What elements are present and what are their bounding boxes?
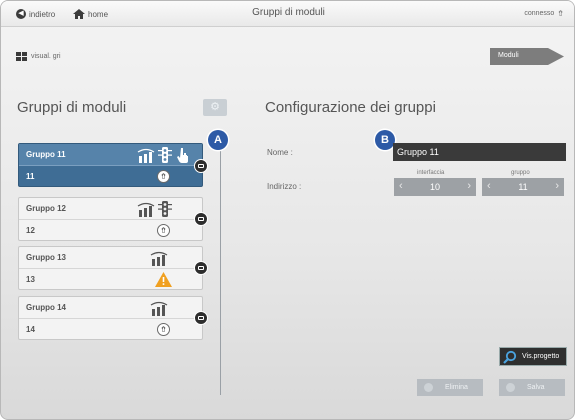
group-item-12[interactable]: Gruppo 12 12 ⇮ bbox=[18, 197, 203, 241]
add-group-button[interactable]: ⚙ bbox=[203, 99, 227, 116]
callout-b: B bbox=[375, 130, 395, 150]
view-project-button[interactable]: Vis.progetto bbox=[499, 347, 567, 366]
interface-label: interfaccia bbox=[417, 170, 445, 176]
config-title: Configurazione dei gruppi bbox=[265, 99, 436, 116]
group-stepper[interactable]: ‹ 11 › bbox=[482, 178, 564, 196]
sensor-icon bbox=[150, 251, 168, 266]
groups-title: Gruppi di moduli bbox=[17, 99, 127, 116]
group-value: 11 bbox=[518, 182, 528, 192]
list-divider bbox=[220, 143, 221, 395]
group-name: Gruppo 12 bbox=[26, 204, 67, 213]
moduli-label: Moduli bbox=[498, 52, 519, 59]
usb-icon: ⇮ bbox=[557, 9, 564, 18]
window-title: Gruppi di moduli bbox=[252, 7, 325, 18]
warning-icon bbox=[155, 272, 172, 287]
keyboard-icon bbox=[198, 217, 204, 221]
delete-button[interactable]: Elimina bbox=[417, 379, 483, 396]
interface-stepper[interactable]: ‹ 10 › bbox=[394, 178, 476, 196]
grid-icon bbox=[16, 52, 27, 61]
name-label: Nome : bbox=[267, 148, 293, 157]
group-name: Gruppo 11 bbox=[26, 150, 66, 159]
group-item-14[interactable]: Gruppo 14 14 ⇮ bbox=[18, 296, 203, 340]
interface-value: 10 bbox=[429, 182, 440, 192]
group-name-field[interactable] bbox=[393, 143, 566, 161]
keyboard-icon bbox=[198, 164, 204, 168]
connection-label: connesso bbox=[524, 10, 555, 17]
edit-group-11-button[interactable] bbox=[194, 159, 208, 173]
app-window: ◀ indietro home Gruppi di moduli conness… bbox=[0, 0, 575, 420]
usb-icon: ⇮ bbox=[157, 170, 170, 183]
delete-label: Elimina bbox=[445, 384, 468, 391]
edit-group-14-button[interactable] bbox=[194, 311, 208, 325]
edit-group-12-button[interactable] bbox=[194, 212, 208, 226]
group-name: Gruppo 14 bbox=[26, 303, 67, 312]
usb-icon: ⇮ bbox=[157, 224, 170, 237]
save-label: Salva bbox=[527, 384, 545, 391]
group-name: Gruppo 13 bbox=[26, 253, 67, 262]
usb-icon: ⇮ bbox=[157, 323, 170, 336]
delete-icon bbox=[424, 383, 433, 392]
group-address: 13 bbox=[26, 275, 35, 284]
sensor-icon bbox=[137, 202, 155, 217]
moduli-button[interactable]: Moduli bbox=[490, 48, 564, 65]
address-label: Indirizzo : bbox=[267, 182, 302, 191]
group-item-11[interactable]: Gruppo 11 11 ⇮ bbox=[18, 143, 203, 187]
hand-icon bbox=[177, 148, 188, 163]
view-label: visual. gri bbox=[31, 53, 61, 60]
keyboard-icon bbox=[198, 316, 204, 320]
traffic-light-icon bbox=[158, 201, 172, 217]
group-address: 11 bbox=[26, 172, 35, 181]
traffic-light-icon bbox=[158, 147, 172, 163]
sensor-icon bbox=[150, 301, 168, 316]
save-button[interactable]: Salva bbox=[499, 379, 565, 396]
chevron-right-icon[interactable]: › bbox=[467, 180, 471, 192]
edit-group-13-button[interactable] bbox=[194, 261, 208, 275]
connection-status: connesso ⇮ bbox=[524, 9, 564, 18]
gear-icon: ⚙ bbox=[210, 101, 220, 113]
group-address: 12 bbox=[26, 226, 35, 235]
save-icon bbox=[506, 383, 515, 392]
search-icon bbox=[503, 350, 517, 364]
group-label: gruppo bbox=[511, 170, 530, 176]
sensor-icon bbox=[137, 148, 155, 163]
top-bar: ◀ indietro home Gruppi di moduli conness… bbox=[1, 1, 574, 27]
chevron-right-icon[interactable]: › bbox=[555, 180, 559, 192]
callout-a: A bbox=[208, 130, 228, 150]
group-item-13[interactable]: Gruppo 13 13 bbox=[18, 246, 203, 290]
keyboard-icon bbox=[198, 266, 204, 270]
view-project-label: Vis.progetto bbox=[522, 353, 560, 360]
view-grid-toggle[interactable]: visual. gri bbox=[16, 52, 61, 61]
group-address: 14 bbox=[26, 325, 35, 334]
